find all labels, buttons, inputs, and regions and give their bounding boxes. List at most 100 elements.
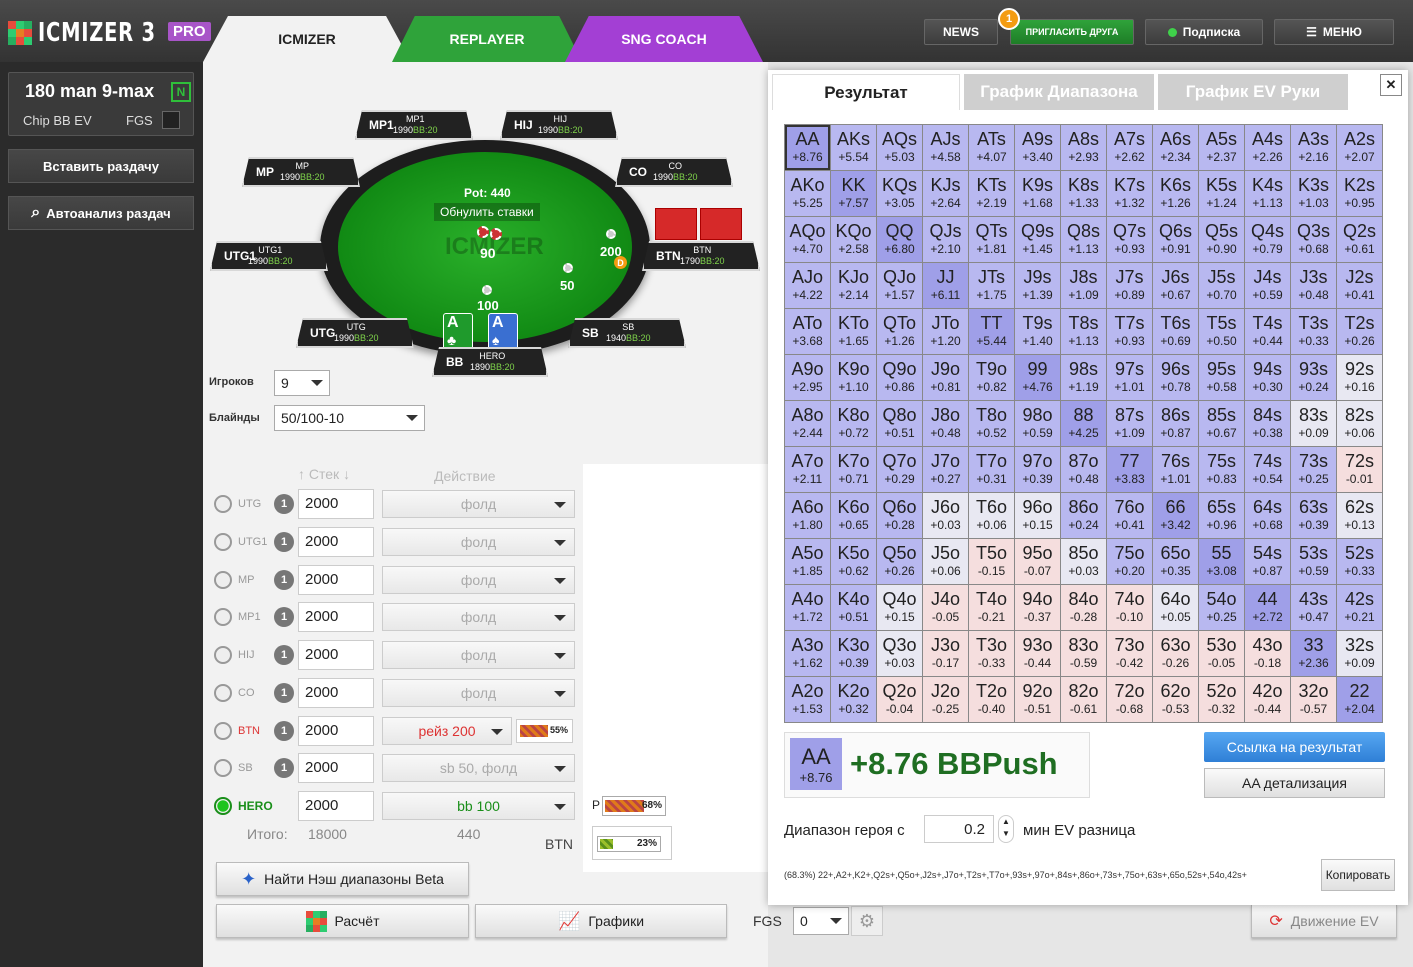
hand-cell[interactable]: 43s +0.47: [1291, 585, 1336, 630]
action-select[interactable]: фолд: [382, 641, 575, 669]
hand-cell[interactable]: 96o +0.15: [1015, 493, 1060, 538]
hand-cell[interactable]: 85s +0.67: [1199, 401, 1244, 446]
paste-hand-button[interactable]: Вставить раздачу: [8, 149, 194, 183]
invite-friend-button[interactable]: ПРИГЛАСИТЬ ДРУГА: [1010, 19, 1134, 45]
hand-cell[interactable]: 85o +0.03: [1061, 539, 1106, 584]
hand-cell[interactable]: A7s +2.62: [1107, 125, 1152, 170]
hand-cell[interactable]: T5o -0.15: [969, 539, 1014, 584]
tab-range-graph[interactable]: График Диапазона: [964, 74, 1154, 110]
hand-cell[interactable]: T4o -0.21: [969, 585, 1014, 630]
hand-cell[interactable]: J6s +0.67: [1153, 263, 1198, 308]
stack-input[interactable]: 2000: [298, 753, 374, 783]
hand-cell[interactable]: 75o +0.20: [1107, 539, 1152, 584]
calculate-button[interactable]: Расчёт: [216, 904, 469, 938]
hand-cell[interactable]: Q8o +0.51: [877, 401, 922, 446]
player-radio[interactable]: [214, 722, 232, 740]
hand-cell[interactable]: QTs +1.81: [969, 217, 1014, 262]
hand-cell[interactable]: KJs +2.64: [923, 171, 968, 216]
stack-input[interactable]: 2000: [298, 565, 374, 595]
hand-cell[interactable]: AJs +4.58: [923, 125, 968, 170]
hand-cell[interactable]: J8o +0.48: [923, 401, 968, 446]
stack-input[interactable]: 2000: [298, 716, 374, 746]
hand-cell[interactable]: J8s +1.09: [1061, 263, 1106, 308]
hand-cell[interactable]: T5s +0.50: [1199, 309, 1244, 354]
hand-cell[interactable]: 54o +0.25: [1199, 585, 1244, 630]
hand-cell[interactable]: Q6o +0.28: [877, 493, 922, 538]
hand-cell[interactable]: 93o -0.44: [1015, 631, 1060, 676]
action-select[interactable]: sb 50, фолд: [382, 754, 575, 782]
hand-cell[interactable]: 55 +3.08: [1199, 539, 1244, 584]
hand-cell[interactable]: T7o +0.31: [969, 447, 1014, 492]
hand-cell[interactable]: KTo +1.65: [831, 309, 876, 354]
min-ev-stepper[interactable]: ▲ ▼: [998, 815, 1014, 843]
hand-cell[interactable]: 87s +1.09: [1107, 401, 1152, 446]
hand-cell[interactable]: A9o +2.95: [785, 355, 830, 400]
hand-cell[interactable]: 66 +3.42: [1153, 493, 1198, 538]
hand-cell[interactable]: J5o +0.06: [923, 539, 968, 584]
hand-cell[interactable]: 42s +0.21: [1337, 585, 1382, 630]
stack-input[interactable]: 2000: [298, 640, 374, 670]
action-select[interactable]: фолд: [382, 679, 575, 707]
hand-cell[interactable]: K9s +1.68: [1015, 171, 1060, 216]
hand-cell[interactable]: T2s +0.26: [1337, 309, 1382, 354]
fgs-select[interactable]: 0: [793, 907, 849, 935]
hand-cell[interactable]: Q6s +0.91: [1153, 217, 1198, 262]
hand-cell[interactable]: J3s +0.48: [1291, 263, 1336, 308]
hand-cell[interactable]: K2o +0.32: [831, 677, 876, 722]
hand-cell[interactable]: KK +7.57: [831, 171, 876, 216]
hand-cell[interactable]: 73s +0.25: [1291, 447, 1336, 492]
hand-cell[interactable]: 73o -0.42: [1107, 631, 1152, 676]
hand-cell[interactable]: Q4o +0.15: [877, 585, 922, 630]
tab-replayer[interactable]: REPLAYER: [392, 16, 582, 62]
hand-cell[interactable]: A3s +2.16: [1291, 125, 1336, 170]
hand-cell[interactable]: 63o -0.26: [1153, 631, 1198, 676]
hand-cell[interactable]: 54s +0.87: [1245, 539, 1290, 584]
hand-cell[interactable]: 92s +0.16: [1337, 355, 1382, 400]
hand-cell[interactable]: T9s +1.40: [1015, 309, 1060, 354]
hand-cell[interactable]: 52o -0.32: [1199, 677, 1244, 722]
hand-cell[interactable]: 63s +0.39: [1291, 493, 1336, 538]
hand-cell[interactable]: 72o -0.68: [1107, 677, 1152, 722]
hand-cell[interactable]: 96s +0.78: [1153, 355, 1198, 400]
tab-sng-coach[interactable]: SNG COACH: [565, 16, 763, 62]
hand-cell[interactable]: A6s +2.34: [1153, 125, 1198, 170]
hand-cell[interactable]: 95o -0.07: [1015, 539, 1060, 584]
hand-cell[interactable]: 97o +0.39: [1015, 447, 1060, 492]
hand-cell[interactable]: 87o +0.48: [1061, 447, 1106, 492]
hand-cell[interactable]: J7o +0.27: [923, 447, 968, 492]
hand-cell[interactable]: 94s +0.30: [1245, 355, 1290, 400]
stack-input[interactable]: 2000: [298, 678, 374, 708]
hand-cell[interactable]: J4s +0.59: [1245, 263, 1290, 308]
hand-cell[interactable]: 86o +0.24: [1061, 493, 1106, 538]
hand-cell[interactable]: T3o -0.33: [969, 631, 1014, 676]
hand-cell[interactable]: AJo +4.22: [785, 263, 830, 308]
hand-cell[interactable]: AA +8.76: [785, 125, 830, 170]
hand-cell[interactable]: 52s +0.33: [1337, 539, 1382, 584]
hand-cell[interactable]: K6s +1.26: [1153, 171, 1198, 216]
hand-cell[interactable]: Q7s +0.93: [1107, 217, 1152, 262]
news-button[interactable]: NEWS: [924, 19, 998, 45]
hand-cell[interactable]: ATs +4.07: [969, 125, 1014, 170]
hand-cell[interactable]: J7s +0.89: [1107, 263, 1152, 308]
hand-cell[interactable]: T8o +0.52: [969, 401, 1014, 446]
hand-cell[interactable]: Q4s +0.79: [1245, 217, 1290, 262]
hand-cell[interactable]: 99 +4.76: [1015, 355, 1060, 400]
player-radio[interactable]: [214, 533, 232, 551]
hand-cell[interactable]: QJs +2.10: [923, 217, 968, 262]
hand-cell[interactable]: K3o +0.39: [831, 631, 876, 676]
hand-cell[interactable]: 84o -0.28: [1061, 585, 1106, 630]
stack-input[interactable]: 2000: [298, 602, 374, 632]
seat-utg1[interactable]: UTG1 UTG1 1990BB:20: [210, 241, 328, 271]
hand-cell[interactable]: 76s +1.01: [1153, 447, 1198, 492]
action-select[interactable]: фолд: [382, 603, 575, 631]
player-radio[interactable]: [214, 495, 232, 513]
hand-cell[interactable]: A8s +2.93: [1061, 125, 1106, 170]
player-radio[interactable]: [214, 646, 232, 664]
hand-cell[interactable]: A5o +1.85: [785, 539, 830, 584]
hand-cell[interactable]: T9o +0.82: [969, 355, 1014, 400]
hand-cell[interactable]: 22 +2.04: [1337, 677, 1382, 722]
stack-input[interactable]: 2000: [298, 527, 374, 557]
player-radio[interactable]: [214, 684, 232, 702]
hand-cell[interactable]: 74s +0.54: [1245, 447, 1290, 492]
hand-cell[interactable]: JTo +1.20: [923, 309, 968, 354]
